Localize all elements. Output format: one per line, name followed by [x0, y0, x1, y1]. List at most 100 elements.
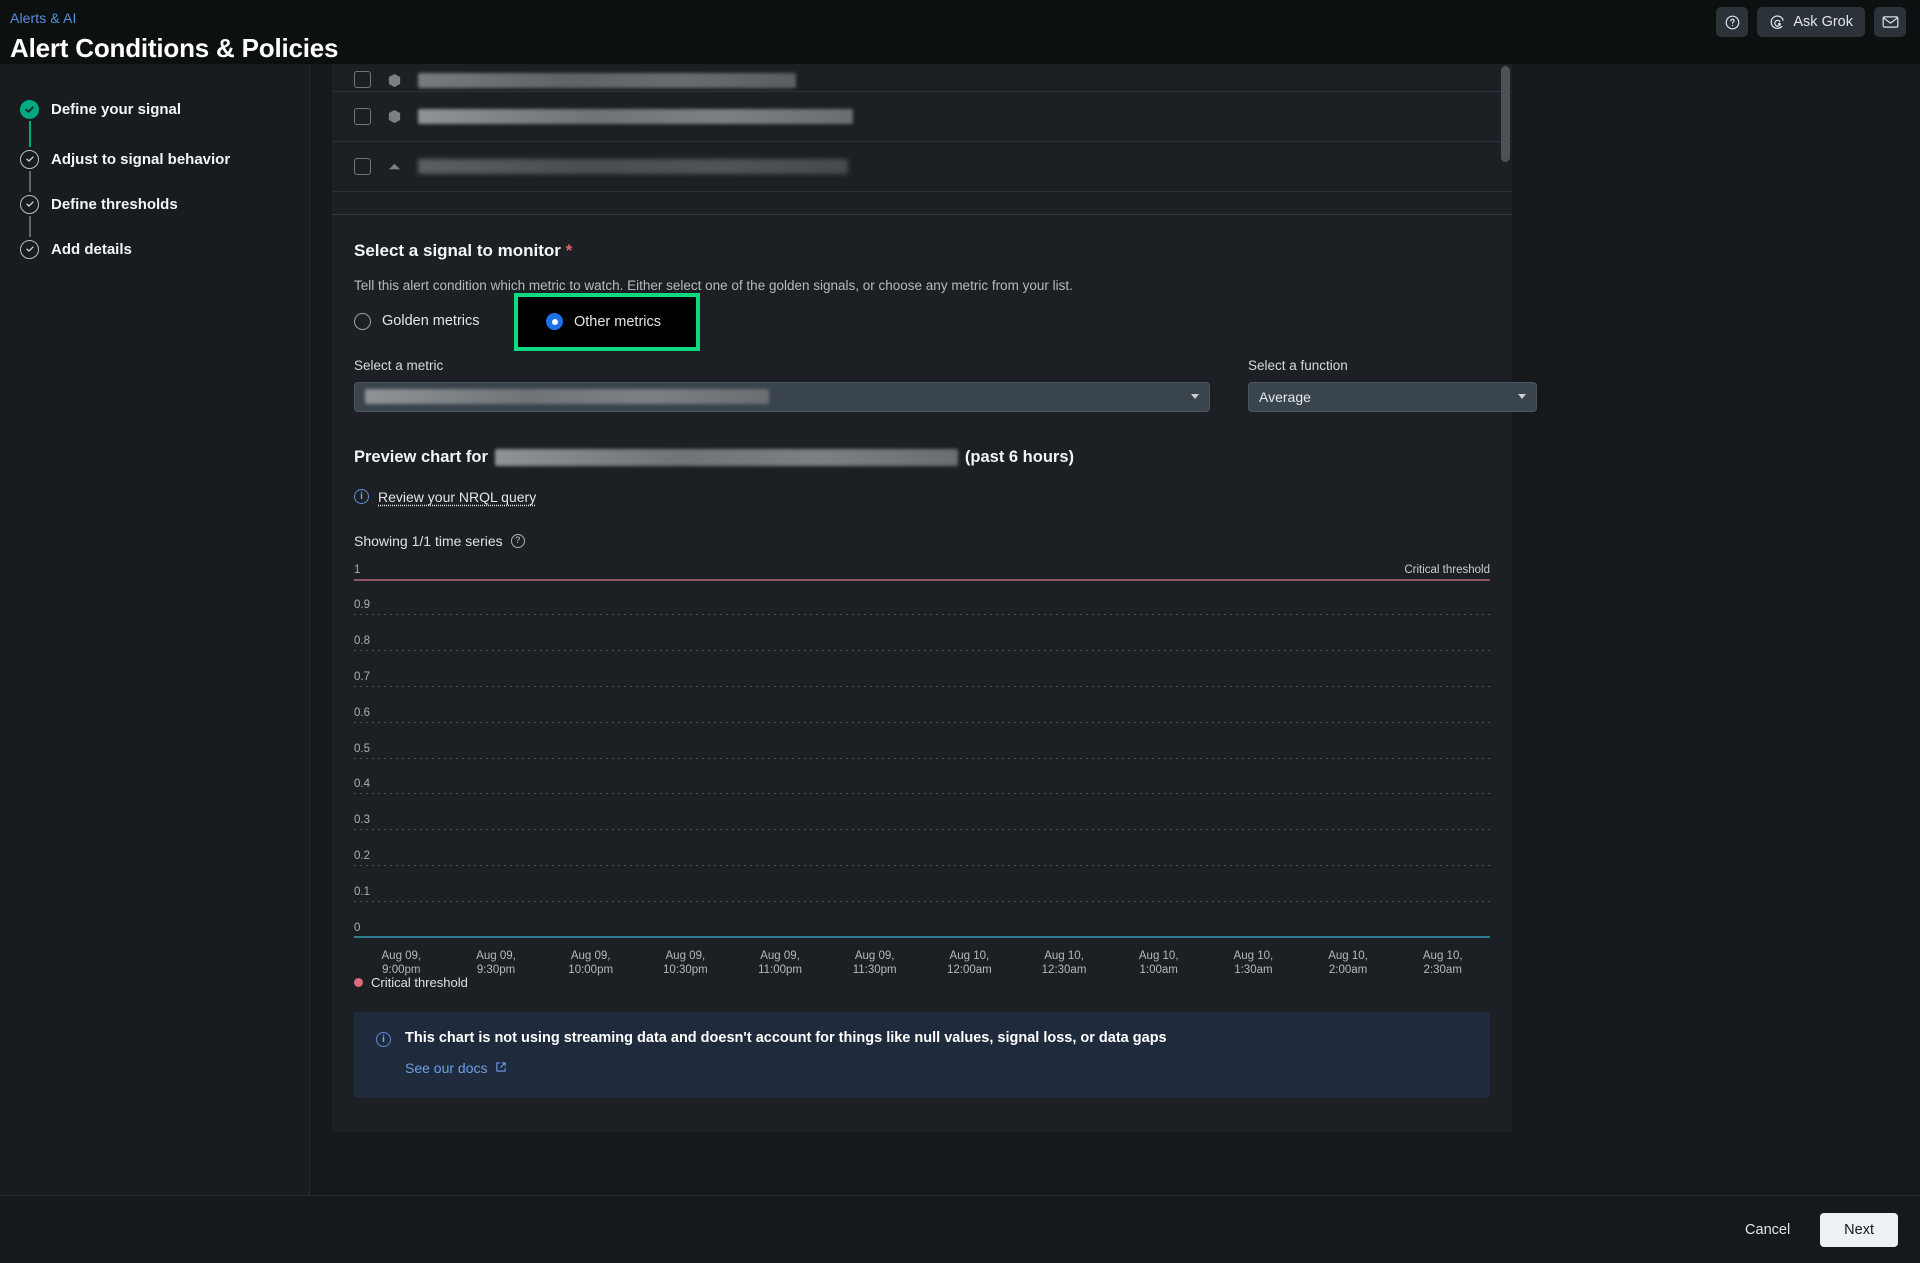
chart-x-axis: Aug 09,9:00pmAug 09,9:30pmAug 09,10:00pm…	[354, 949, 1490, 978]
sidebar-item-add-details[interactable]: Add details	[0, 237, 309, 261]
check-outline-icon	[20, 195, 39, 214]
see-our-docs-link[interactable]: See our docs	[405, 1060, 1167, 1076]
help-button[interactable]	[1716, 7, 1748, 37]
select-function-dropdown[interactable]: Average	[1248, 382, 1537, 412]
check-outline-icon	[20, 150, 39, 169]
main-content: Select a signal to monitor * Tell this a…	[311, 64, 1920, 1195]
cancel-button[interactable]: Cancel	[1727, 1213, 1808, 1247]
preview-chart-heading: Preview chart for (past 6 hours)	[354, 448, 1490, 467]
radio-golden-metrics[interactable]: Golden metrics	[354, 313, 480, 330]
metric-field: Select a metric	[354, 358, 1210, 412]
list-scrollbar[interactable]	[1501, 66, 1510, 162]
function-value: Average	[1259, 389, 1311, 405]
ask-grok-label: Ask Grok	[1793, 14, 1853, 30]
preview-prefix: Preview chart for	[354, 448, 488, 467]
sidebar-item-define-thresholds[interactable]: Define thresholds	[0, 192, 309, 216]
review-nrql-query-link[interactable]: i Review your NRQL query	[354, 489, 1490, 505]
info-icon: i	[376, 1032, 391, 1047]
entity-type-icon	[387, 109, 402, 124]
sidebar-item-label: Define your signal	[51, 101, 181, 118]
y-axis-tick-label: 0.9	[354, 599, 370, 611]
redacted-entity-name	[418, 73, 796, 88]
info-icon: i	[354, 489, 369, 504]
critical-threshold-label: Critical threshold	[1404, 564, 1490, 576]
x-axis-tick-label: Aug 10,2:00am	[1301, 949, 1396, 978]
next-button[interactable]: Next	[1820, 1213, 1898, 1247]
metric-source-radio-group: Golden metrics Other metrics	[354, 313, 1490, 330]
see-our-docs-label: See our docs	[405, 1060, 488, 1076]
select-metric-dropdown[interactable]	[354, 382, 1210, 412]
page-title: Alert Conditions & Policies	[10, 33, 1920, 64]
y-axis-tick-label: 0.3	[354, 814, 370, 826]
x-axis-tick-label: Aug 09,10:00pm	[543, 949, 638, 978]
entity-list	[332, 64, 1512, 192]
critical-threshold-line	[354, 579, 1490, 581]
header-actions: Ask Grok	[1716, 7, 1906, 37]
x-axis-tick-label: Aug 10,1:00am	[1111, 949, 1206, 978]
row-checkbox[interactable]	[354, 158, 371, 175]
y-axis-tick-label: 0	[354, 922, 360, 934]
preview-chart: 1Critical threshold0.90.80.70.60.50.40.3…	[354, 561, 1490, 959]
y-axis-tick-label: 0.4	[354, 778, 370, 790]
x-axis-tick-label: Aug 10,1:30am	[1206, 949, 1301, 978]
chevron-down-icon	[1518, 394, 1526, 399]
y-axis-tick-label: 0.5	[354, 743, 370, 755]
chart-gridline	[354, 722, 1490, 723]
x-axis-tick-label: Aug 10,12:30am	[1017, 949, 1112, 978]
list-item[interactable]	[332, 142, 1512, 192]
redacted-entity-name	[418, 109, 853, 124]
list-item[interactable]	[332, 92, 1512, 142]
callout-text: This chart is not using streaming data a…	[405, 1030, 1167, 1046]
metric-function-row: Select a metric Select a function Averag…	[354, 358, 1490, 412]
chart-plot-area: 1Critical threshold0.90.80.70.60.50.40.3…	[354, 561, 1490, 941]
radio-unselected-icon	[354, 313, 371, 330]
y-axis-tick-label: 0.7	[354, 671, 370, 683]
legend-color-swatch	[354, 978, 363, 987]
x-axis-tick-label: Aug 09,10:30pm	[638, 949, 733, 978]
sidebar-item-label: Add details	[51, 241, 132, 258]
function-field-label: Select a function	[1248, 358, 1537, 373]
chart-gridline	[354, 686, 1490, 687]
time-series-count: Showing 1/1 time series ?	[354, 533, 1490, 549]
x-axis-tick-label: Aug 09,11:00pm	[733, 949, 828, 978]
breadcrumb[interactable]: Alerts & AI	[10, 10, 1920, 26]
list-item[interactable]	[332, 64, 1512, 92]
envelope-icon	[1882, 15, 1899, 29]
stepper-connector	[29, 216, 31, 237]
required-asterisk: *	[566, 241, 573, 260]
help-icon[interactable]: ?	[511, 534, 525, 548]
radio-selected-icon	[546, 313, 563, 330]
mail-button[interactable]	[1874, 7, 1906, 37]
sidebar-item-define-your-signal[interactable]: Define your signal	[0, 97, 309, 121]
question-mark-icon	[1724, 14, 1741, 31]
chart-gridline	[354, 758, 1490, 759]
redacted-preview-metric	[495, 449, 958, 466]
wizard-stepper-sidebar: Define your signal Adjust to signal beha…	[0, 64, 310, 1195]
entity-type-icon	[387, 159, 402, 174]
row-checkbox[interactable]	[354, 71, 371, 88]
chart-gridline	[354, 614, 1490, 615]
ask-grok-button[interactable]: Ask Grok	[1757, 7, 1865, 37]
sidebar-item-adjust-to-signal-behavior[interactable]: Adjust to signal behavior	[0, 147, 309, 171]
function-field: Select a function Average	[1248, 358, 1537, 412]
x-axis-tick-label: Aug 10,12:00am	[922, 949, 1017, 978]
entity-type-icon	[387, 73, 402, 88]
chart-series-line	[354, 936, 1490, 938]
chevron-down-icon	[1191, 394, 1199, 399]
section-title: Select a signal to monitor *	[354, 241, 1490, 261]
external-link-icon	[495, 1060, 507, 1076]
chart-gridline	[354, 829, 1490, 830]
divider	[332, 214, 1512, 215]
chart-gridline	[354, 901, 1490, 902]
sidebar-item-label: Adjust to signal behavior	[51, 151, 230, 168]
x-axis-tick-label: Aug 10,2:30am	[1395, 949, 1490, 978]
redacted-metric-value	[365, 389, 769, 404]
check-outline-icon	[20, 240, 39, 259]
radio-label: Golden metrics	[382, 313, 480, 329]
row-checkbox[interactable]	[354, 108, 371, 125]
x-axis-tick-label: Aug 09,11:30pm	[827, 949, 922, 978]
preview-range: (past 6 hours)	[965, 448, 1074, 467]
grok-logo-icon	[1769, 14, 1786, 31]
stepper-connector	[29, 121, 31, 147]
radio-other-metrics[interactable]: Other metrics	[546, 313, 661, 330]
